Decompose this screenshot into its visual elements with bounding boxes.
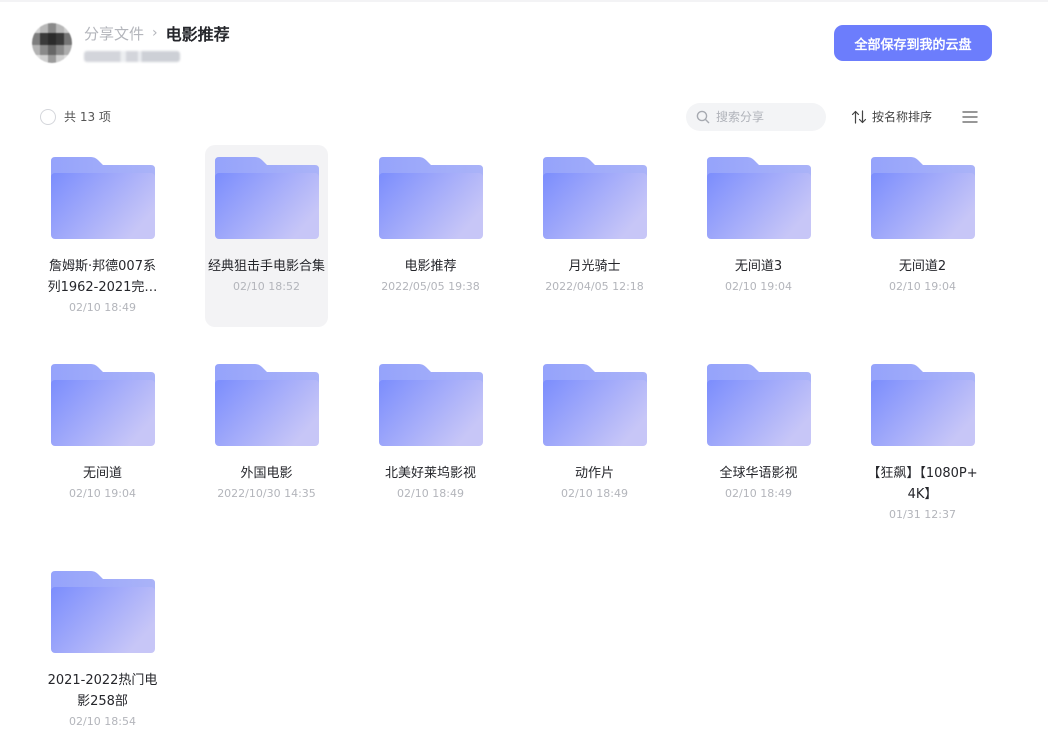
folder-item[interactable]: 北美好莱坞影视 02/10 18:49	[369, 352, 492, 503]
folder-name: 北美好莱坞影视	[384, 466, 476, 481]
select-all-checkbox[interactable]	[40, 109, 56, 125]
list-view-icon[interactable]	[962, 110, 978, 124]
folder-name: 电影推荐	[404, 259, 457, 274]
sort-arrows-icon	[851, 110, 867, 124]
folder-item[interactable]: 无间道2 02/10 19:04	[861, 145, 984, 296]
folder-name: 经典狙击手电影合集	[207, 259, 325, 274]
folder-icon	[214, 364, 319, 446]
breadcrumb: 分享文件 › 电影推荐	[84, 22, 230, 45]
folder-icon	[378, 364, 483, 446]
folder-icon	[378, 157, 483, 239]
folder-date: 02/10 18:49	[397, 487, 464, 500]
sort-label: 按名称排序	[872, 110, 933, 124]
folder-date: 2022/04/05 12:18	[545, 280, 644, 293]
folder-item[interactable]: 2021-2022热门电影258部 02/10 18:54	[41, 559, 164, 731]
folder-icon	[50, 364, 155, 446]
folder-date: 02/10 19:04	[725, 280, 792, 293]
folder-item[interactable]: 动作片 02/10 18:49	[533, 352, 656, 503]
folder-date: 02/10 18:54	[69, 715, 136, 728]
folder-name: 月光骑士	[568, 259, 621, 274]
folder-item[interactable]: 月光骑士 2022/04/05 12:18	[533, 145, 656, 296]
folder-name: 无间道3	[734, 259, 783, 274]
sharer-info-blurred	[84, 51, 180, 62]
folder-name: 【狂飙】【1080P+4K】	[867, 466, 978, 502]
folder-icon	[50, 157, 155, 239]
breadcrumb-parent-link[interactable]: 分享文件	[84, 23, 144, 44]
page-title: 电影推荐	[165, 25, 230, 44]
search-icon	[696, 110, 710, 124]
folder-item[interactable]: 电影推荐 2022/05/05 19:38	[369, 145, 492, 296]
folder-name: 全球华语影视	[719, 466, 798, 481]
folder-item[interactable]: 无间道 02/10 19:04	[41, 352, 164, 503]
folder-item[interactable]: 全球华语影视 02/10 18:49	[697, 352, 820, 503]
folder-date: 01/31 12:37	[889, 508, 956, 521]
folder-icon	[214, 157, 319, 239]
folder-date: 02/10 19:04	[889, 280, 956, 293]
folder-date: 2022/05/05 19:38	[381, 280, 480, 293]
folder-icon	[706, 157, 811, 239]
folder-icon	[870, 157, 975, 239]
folder-icon	[542, 364, 647, 446]
breadcrumb-separator: ›	[152, 25, 158, 41]
folder-name: 詹姆斯·邦德007系列1962-2021完整版	[47, 259, 158, 295]
folder-date: 02/10 18:49	[725, 487, 792, 500]
folder-date: 02/10 18:52	[233, 280, 300, 293]
folder-name: 外国电影	[240, 466, 293, 481]
folder-icon	[542, 157, 647, 239]
folder-item[interactable]: 【狂飙】【1080P+4K】 01/31 12:37	[861, 352, 984, 524]
item-count: 共 13 项	[64, 110, 111, 124]
folder-item[interactable]: 经典狙击手电影合集 02/10 18:52	[205, 145, 328, 327]
sort-button[interactable]: 按名称排序	[851, 108, 932, 126]
top-divider	[0, 0, 1048, 2]
folder-date: 2022/10/30 14:35	[217, 487, 316, 500]
folder-date: 02/10 19:04	[69, 487, 136, 500]
folder-name: 无间道2	[898, 259, 947, 274]
folder-item[interactable]: 外国电影 2022/10/30 14:35	[205, 352, 328, 503]
save-all-button[interactable]: 全部保存到我的云盘	[834, 25, 992, 61]
folder-item[interactable]: 詹姆斯·邦德007系列1962-2021完整版 02/10 18:49	[41, 145, 164, 317]
folder-icon	[50, 571, 155, 653]
search-box[interactable]	[686, 103, 826, 131]
search-input[interactable]	[716, 110, 820, 124]
folder-date: 02/10 18:49	[69, 301, 136, 314]
folder-name: 2021-2022热门电影258部	[47, 673, 158, 709]
folder-icon	[870, 364, 975, 446]
sharer-avatar[interactable]	[32, 23, 72, 63]
folder-item[interactable]: 无间道3 02/10 19:04	[697, 145, 820, 296]
folder-name: 无间道	[82, 466, 122, 481]
folder-name: 动作片	[574, 466, 614, 481]
folder-date: 02/10 18:49	[561, 487, 628, 500]
folder-icon	[706, 364, 811, 446]
